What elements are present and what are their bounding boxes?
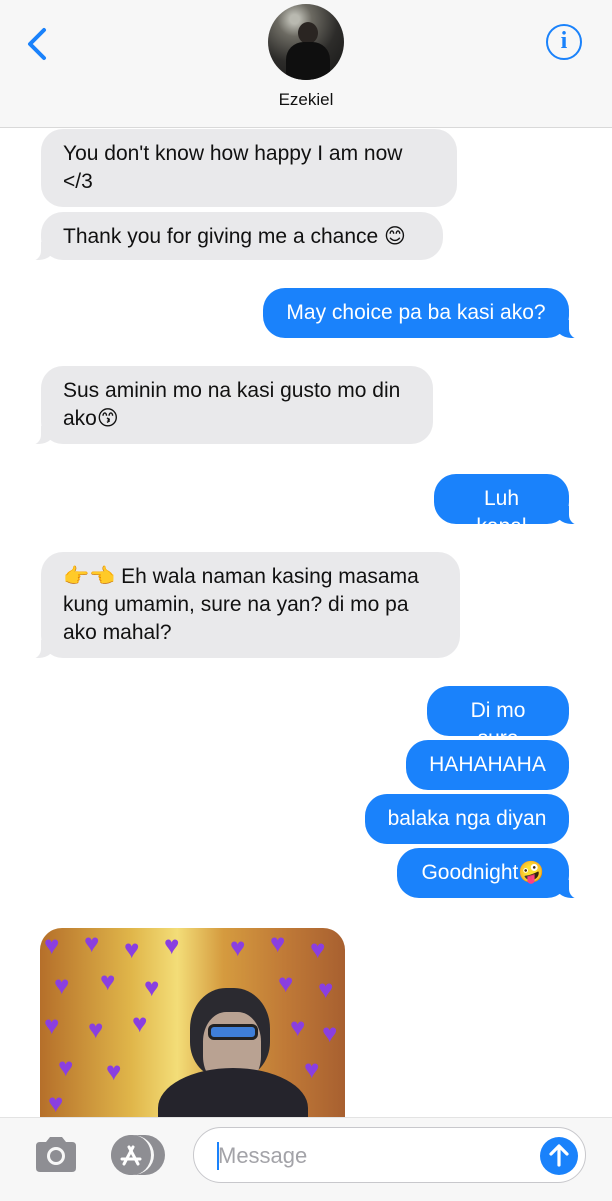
- purple-heart-icon: ♥: [58, 1052, 74, 1082]
- message-bubble-sent[interactable]: Goodnight🤪: [397, 848, 587, 899]
- camera-button[interactable]: [32, 1134, 80, 1174]
- send-button[interactable]: [540, 1137, 578, 1175]
- app-store-icon: [111, 1135, 154, 1175]
- arrow-up-icon: [549, 1144, 569, 1167]
- purple-heart-icon: ♥: [124, 934, 140, 964]
- app-store-button[interactable]: [111, 1135, 165, 1175]
- purple-heart-icon: ♥: [54, 970, 70, 1000]
- purple-heart-icon: ♥: [132, 1008, 148, 1038]
- conversation-header: Ezekiel i: [0, 0, 612, 128]
- purple-heart-icon: ♥: [144, 972, 160, 1002]
- purple-heart-icon: ♥: [84, 928, 100, 958]
- purple-heart-icon: ♥: [88, 1014, 104, 1044]
- camera-icon: [36, 1137, 76, 1172]
- message-bubble-sent[interactable]: Di mo sure: [427, 686, 569, 750]
- purple-heart-icon: ♥: [44, 1010, 60, 1040]
- purple-heart-icon: ♥: [164, 930, 180, 960]
- message-bubble-sent[interactable]: balaka nga diyan: [365, 794, 569, 844]
- message-bubble-sent[interactable]: HAHAHAHA: [406, 740, 569, 790]
- message-bubble-received[interactable]: You don't know how happy I am now </3: [41, 129, 457, 207]
- message-bubble-received[interactable]: 👉👈 Eh wala naman kasing masama kung umam…: [23, 552, 460, 659]
- purple-heart-icon: ♥: [100, 966, 116, 996]
- composer-bar: [0, 1117, 612, 1201]
- purple-heart-icon: ♥: [48, 1088, 64, 1118]
- purple-heart-icon: ♥: [44, 930, 60, 960]
- contact-avatar[interactable]: [268, 4, 344, 80]
- info-button[interactable]: i: [546, 24, 582, 60]
- message-input-field[interactable]: [193, 1127, 586, 1183]
- purple-heart-icon: ♥: [322, 1018, 338, 1048]
- purple-heart-icon: ♥: [270, 928, 286, 958]
- info-icon: i: [560, 28, 568, 54]
- chevron-left-icon: [28, 28, 46, 60]
- purple-heart-icon: ♥: [310, 934, 326, 964]
- purple-heart-icon: ♥: [290, 1012, 306, 1042]
- purple-heart-icon: ♥: [304, 1054, 320, 1084]
- message-bubble-received[interactable]: Sus aminin mo na kasi gusto mo din ako😙: [23, 366, 433, 445]
- message-input[interactable]: [216, 1140, 520, 1172]
- photo-attachment[interactable]: ♥ ♥ ♥ ♥ ♥ ♥ ♥ ♥ ♥ ♥ ♥ ♥ ♥ ♥ ♥ ♥ ♥ ♥ ♥ ♥ …: [40, 928, 345, 1118]
- message-bubble-received[interactable]: Thank you for giving me a chance 😊: [23, 212, 443, 261]
- purple-heart-icon: ♥: [106, 1056, 122, 1086]
- contact-name[interactable]: Ezekiel: [0, 90, 612, 110]
- purple-heart-icon: ♥: [230, 932, 246, 962]
- purple-heart-icon: ♥: [318, 974, 334, 1004]
- message-bubble-sent[interactable]: Luh kapal: [434, 474, 587, 538]
- message-bubble-sent[interactable]: May choice pa ba kasi ako?: [263, 288, 587, 339]
- back-button[interactable]: [20, 24, 56, 64]
- purple-heart-icon: ♥: [278, 968, 294, 998]
